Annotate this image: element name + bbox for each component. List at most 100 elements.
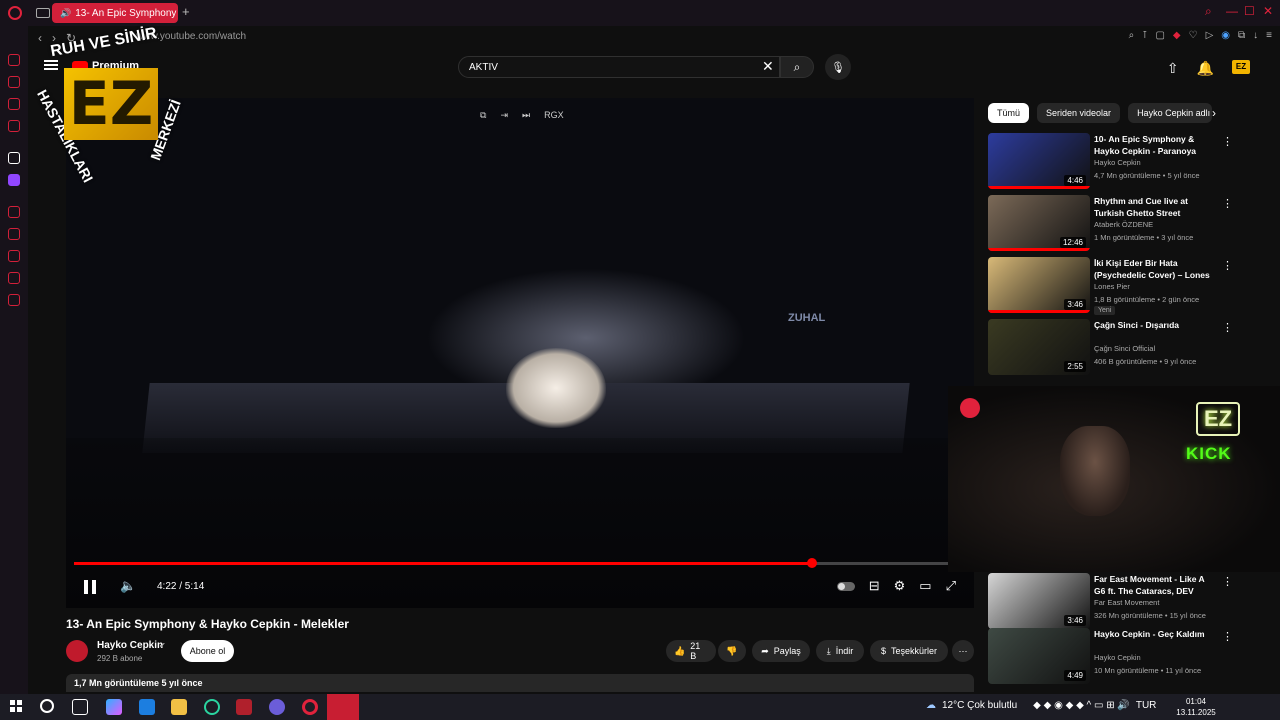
theater-mode-icon[interactable]: ▭: [919, 578, 931, 594]
taskbar-clock[interactable]: 01:04 13.11.2025: [1174, 696, 1218, 718]
notifications-bell-icon[interactable]: 🔔: [1197, 60, 1214, 77]
recommendation-channel[interactable]: Lones Pier: [1094, 282, 1130, 291]
opera-taskbar-icon[interactable]: [302, 699, 318, 715]
sidebar-twitch-icon[interactable]: [8, 174, 20, 186]
recommendation-title[interactable]: Far East Movement - Like A G6 ft. The Ca…: [1094, 573, 1218, 597]
sound-extension-icon[interactable]: ◉: [1221, 30, 1230, 41]
video-thumbnail[interactable]: 12:46: [988, 195, 1090, 251]
sidebar-kick-icon[interactable]: [8, 152, 20, 164]
progress-bar[interactable]: [74, 558, 954, 568]
recommendation-item[interactable]: 3:46 Far East Movement - Like A G6 ft. Th…: [988, 573, 1258, 631]
vpn-icon[interactable]: ◆: [1173, 30, 1181, 41]
snapshot-icon[interactable]: ▢: [1155, 30, 1164, 41]
download-icon[interactable]: ↓: [1253, 30, 1258, 41]
new-tab-button[interactable]: +: [182, 4, 190, 19]
zoom-icon[interactable]: ⌕: [1129, 30, 1135, 41]
download-button[interactable]: ⤓ İndir: [816, 640, 864, 662]
extensions-icon[interactable]: ⧉: [1238, 30, 1245, 41]
recommendation-channel[interactable]: Far East Movement: [1094, 598, 1159, 607]
recommendation-title[interactable]: Çağn Sinci - Dışarıda: [1094, 319, 1218, 331]
recommendation-item[interactable]: 12:46 Rhythm and Cue live at Turkish Ghet…: [988, 195, 1258, 253]
upload-icon[interactable]: ⇧: [1167, 60, 1179, 77]
recommendation-title[interactable]: Hayko Cepkin - Geç Kaldım: [1094, 628, 1218, 640]
recommendation-title[interactable]: İki Kişi Eder Bir Hata (Psychedelic Cove…: [1094, 257, 1218, 281]
sidebar-workspace-icon[interactable]: [8, 76, 20, 88]
video-thumbnail[interactable]: 3:46: [988, 257, 1090, 313]
skip-next-icon[interactable]: ⏭: [522, 110, 530, 121]
autoplay-toggle[interactable]: [836, 581, 855, 591]
recommendation-item[interactable]: 4:49 Hayko Cepkin - Geç Kaldım Hayko Cepki…: [988, 628, 1258, 686]
description-box[interactable]: 1,7 Mn görüntüleme 5 yıl önce: [66, 674, 974, 692]
tray-app-icons[interactable]: ◆ ◆ ◉ ◆ ◆ ^ ▭ ⊞ 🔊: [1033, 700, 1130, 711]
miniplayer-icon[interactable]: ⧉: [480, 110, 486, 121]
edge-icon[interactable]: [139, 699, 155, 715]
video-thumbnail[interactable]: 3:46: [988, 573, 1090, 629]
spotify-like-icon[interactable]: [204, 699, 220, 715]
search-input[interactable]: AKTIV: [458, 56, 780, 78]
video-thumbnail[interactable]: 4:49: [988, 628, 1090, 684]
taskbar-search-icon[interactable]: [40, 699, 54, 713]
recommendation-channel[interactable]: Ataberk ÖZDENE: [1094, 220, 1153, 229]
more-actions-button[interactable]: ⋯: [952, 640, 974, 662]
recommendation-title[interactable]: Rhythm and Cue live at Turkish Ghetto St…: [1094, 195, 1218, 219]
windows-start-icon[interactable]: [10, 700, 22, 712]
recommendation-item[interactable]: 4:46 10- An Epic Symphony & Hayko Cepkin …: [988, 133, 1258, 191]
share-button[interactable]: ➦ Paylaş: [752, 640, 810, 662]
chip-channel[interactable]: Hayko Cepkin adlı yü: [1128, 103, 1213, 123]
sidebar-aria-icon[interactable]: [8, 54, 20, 66]
sidebar-history-icon[interactable]: [8, 250, 20, 262]
copilot-icon[interactable]: [106, 699, 122, 715]
video-thumbnail[interactable]: 4:46: [988, 133, 1090, 189]
recommendation-item[interactable]: 2:55 Çağn Sinci - Dışarıda Çağn Sinci Offi…: [988, 319, 1258, 377]
rgx-icon[interactable]: RGX: [544, 110, 564, 121]
more-options-icon[interactable]: ⋮: [1222, 575, 1233, 588]
sidebar-messenger-icon[interactable]: [8, 98, 20, 110]
channel-name[interactable]: Hayko Cepkin: [97, 640, 163, 651]
task-view-icon[interactable]: [72, 699, 88, 715]
like-button[interactable]: 👍 21 B: [666, 640, 716, 662]
sidebar-player-icon[interactable]: [8, 206, 20, 218]
active-app-highlight[interactable]: [327, 694, 359, 720]
sidebar-settings-icon[interactable]: [8, 294, 20, 306]
obs-icon[interactable]: [269, 699, 285, 715]
fullscreen-icon[interactable]: ⤢: [946, 578, 956, 594]
recommendation-item[interactable]: 3:46 İki Kişi Eder Bir Hata (Psychedelic …: [988, 257, 1258, 315]
sidebar-send-icon[interactable]: [8, 272, 20, 284]
voicemeeter-icon[interactable]: [236, 699, 252, 715]
channel-avatar[interactable]: [66, 640, 88, 662]
volume-icon[interactable]: 🔈: [120, 578, 136, 594]
video-player[interactable]: ZUHAL ⧉ ⇥ ⏭ RGX 🔈 4:22 / 5:14 ⊟ ⚙ ▭ ⤢: [66, 98, 974, 608]
tab-islands-icon[interactable]: [36, 8, 50, 18]
more-options-icon[interactable]: ⋮: [1222, 321, 1233, 334]
more-options-icon[interactable]: ⋮: [1222, 259, 1233, 272]
minimize-button[interactable]: —: [1226, 4, 1238, 18]
recommendation-channel[interactable]: Hayko Cepkin: [1094, 653, 1141, 662]
recommendation-title[interactable]: 10- An Epic Symphony & Hayko Cepkin - Pa…: [1094, 133, 1218, 157]
sidebar-instagram-icon[interactable]: [8, 120, 20, 132]
settings-gear-icon[interactable]: ⚙: [894, 578, 906, 594]
recommendation-channel[interactable]: Çağn Sinci Official: [1094, 344, 1155, 353]
recommendation-channel[interactable]: Hayko Cepkin: [1094, 158, 1141, 167]
video-thumbnail[interactable]: 2:55: [988, 319, 1090, 375]
account-avatar[interactable]: EZ: [1232, 60, 1250, 74]
chips-next-icon[interactable]: ›: [1212, 106, 1216, 120]
search-tabs-icon[interactable]: ⌕: [1205, 4, 1212, 19]
bookmark-heart-icon[interactable]: ♡: [1189, 30, 1198, 41]
subscribe-button[interactable]: Abone ol: [181, 640, 234, 662]
speaker-icon[interactable]: 🔊: [60, 8, 71, 19]
search-button[interactable]: ⌕: [780, 56, 814, 78]
file-explorer-icon[interactable]: [171, 699, 187, 715]
clear-search-icon[interactable]: ✕: [762, 58, 774, 75]
more-options-icon[interactable]: ⋮: [1222, 630, 1233, 643]
more-options-icon[interactable]: ⋮: [1222, 197, 1233, 210]
chip-series[interactable]: Seriden videolar: [1037, 103, 1121, 123]
pin-icon[interactable]: ⊺: [1142, 30, 1147, 41]
pip-icon[interactable]: ⇥: [500, 110, 508, 121]
more-options-icon[interactable]: ⋮: [1222, 135, 1233, 148]
chip-all[interactable]: Tümü: [988, 103, 1030, 123]
language-indicator[interactable]: TUR: [1136, 700, 1157, 711]
pause-button[interactable]: [84, 580, 96, 594]
opera-logo-icon[interactable]: [8, 6, 22, 20]
subtitles-icon[interactable]: ⊟: [869, 578, 880, 594]
thanks-button[interactable]: $ Teşekkürler: [870, 640, 948, 662]
